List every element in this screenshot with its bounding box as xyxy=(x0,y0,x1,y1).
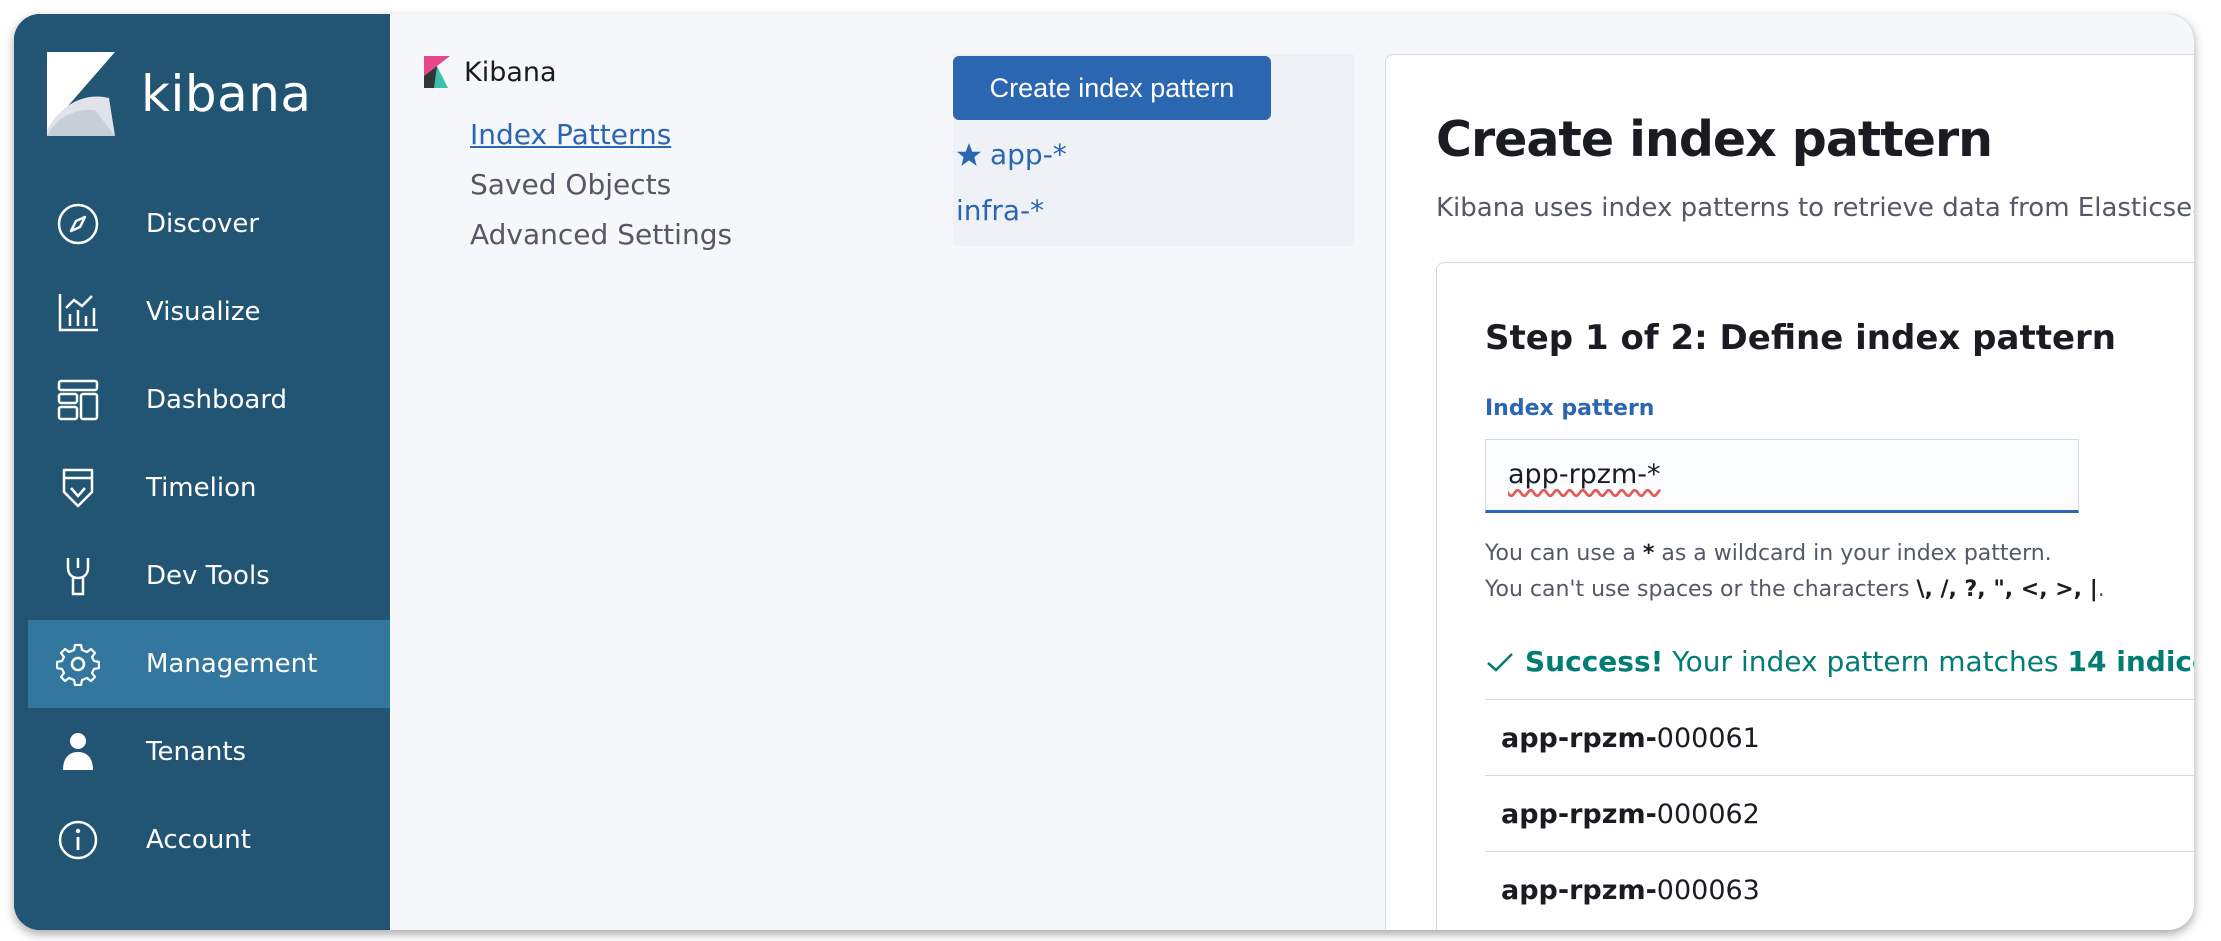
index-pattern-infra[interactable]: infra-* xyxy=(956,194,1044,227)
index-pattern-label: Index pattern xyxy=(1485,396,1655,421)
index-pattern-infra-label: infra-* xyxy=(956,194,1045,227)
nav-label-account: Account xyxy=(146,825,251,855)
success-message: Success! Your index pattern matches 14 i… xyxy=(1485,645,2194,678)
kibana-logo[interactable]: kibana xyxy=(47,52,312,136)
index-pattern-app[interactable]: app-* xyxy=(956,138,1067,171)
nav-label-tenants: Tenants xyxy=(146,737,247,767)
nav-item-tenants[interactable]: Tenants xyxy=(28,708,390,796)
nav-label-dashboard: Dashboard xyxy=(146,385,288,415)
link-index-patterns[interactable]: Index Patterns xyxy=(470,118,671,151)
wrench-icon xyxy=(56,554,100,598)
create-index-pattern-button[interactable]: Create index pattern xyxy=(953,56,1271,120)
link-saved-objects[interactable]: Saved Objects xyxy=(470,168,671,201)
link-advanced-settings[interactable]: Advanced Settings xyxy=(470,218,732,251)
kibana-section-icon xyxy=(424,56,450,88)
matching-index-row: app-rpzm-000061 xyxy=(1485,699,2194,776)
nav-label-dev-tools: Dev Tools xyxy=(146,561,270,591)
step-title: Step 1 of 2: Define index pattern xyxy=(1485,318,2116,358)
nav-item-management[interactable]: Management xyxy=(28,620,390,708)
page-title: Create index pattern xyxy=(1436,111,1993,168)
timelion-icon xyxy=(56,466,100,510)
sidebar: kibana Discover Visualize Dashboard Time xyxy=(14,14,390,930)
user-icon xyxy=(56,730,100,774)
nav-item-visualize[interactable]: Visualize xyxy=(28,268,390,356)
nav-label-visualize: Visualize xyxy=(146,297,261,327)
help-wildcard: You can use a * as a wildcard in your in… xyxy=(1485,541,2052,566)
nav-item-dev-tools[interactable]: Dev Tools xyxy=(28,532,390,620)
help-invalid-chars: You can't use spaces or the characters \… xyxy=(1485,577,2105,602)
matching-index-row: app-rpzm-000062 xyxy=(1485,775,2194,852)
gear-icon xyxy=(56,642,100,686)
nav-item-dashboard[interactable]: Dashboard xyxy=(28,356,390,444)
visualize-chart-icon xyxy=(56,290,100,334)
kibana-section-title: Kibana xyxy=(464,56,557,88)
kibana-logo-text: kibana xyxy=(141,65,312,123)
kibana-logo-icon xyxy=(47,52,115,136)
check-icon xyxy=(1487,652,1513,672)
compass-icon xyxy=(56,202,100,246)
create-index-pattern-panel: Create index pattern Kibana uses index p… xyxy=(1385,54,2194,930)
nav-label-discover: Discover xyxy=(146,209,260,239)
matching-index-row: app-rpzm-000063 xyxy=(1485,851,2194,928)
index-pattern-input[interactable]: app-rpzm-* xyxy=(1485,439,2079,513)
app-window: kibana Discover Visualize Dashboard Time xyxy=(14,14,2194,930)
page-subtitle: Kibana uses index patterns to retrieve d… xyxy=(1436,193,2194,223)
nav-item-account[interactable]: Account xyxy=(28,796,390,884)
nav-label-management: Management xyxy=(146,649,318,679)
management-content: Kibana Index Patterns Saved Objects Adva… xyxy=(390,14,2194,930)
dashboard-icon xyxy=(56,378,100,422)
kibana-section-header: Kibana xyxy=(424,56,557,88)
index-pattern-input-value: app-rpzm-* xyxy=(1508,459,1661,490)
nav-item-timelion[interactable]: Timelion xyxy=(28,444,390,532)
nav-item-discover[interactable]: Discover xyxy=(28,180,390,268)
nav-label-timelion: Timelion xyxy=(146,473,257,503)
star-icon xyxy=(957,142,981,166)
info-icon xyxy=(56,818,100,862)
step-card: Step 1 of 2: Define index pattern Index … xyxy=(1436,262,2194,930)
index-pattern-app-label: app-* xyxy=(990,138,1067,171)
